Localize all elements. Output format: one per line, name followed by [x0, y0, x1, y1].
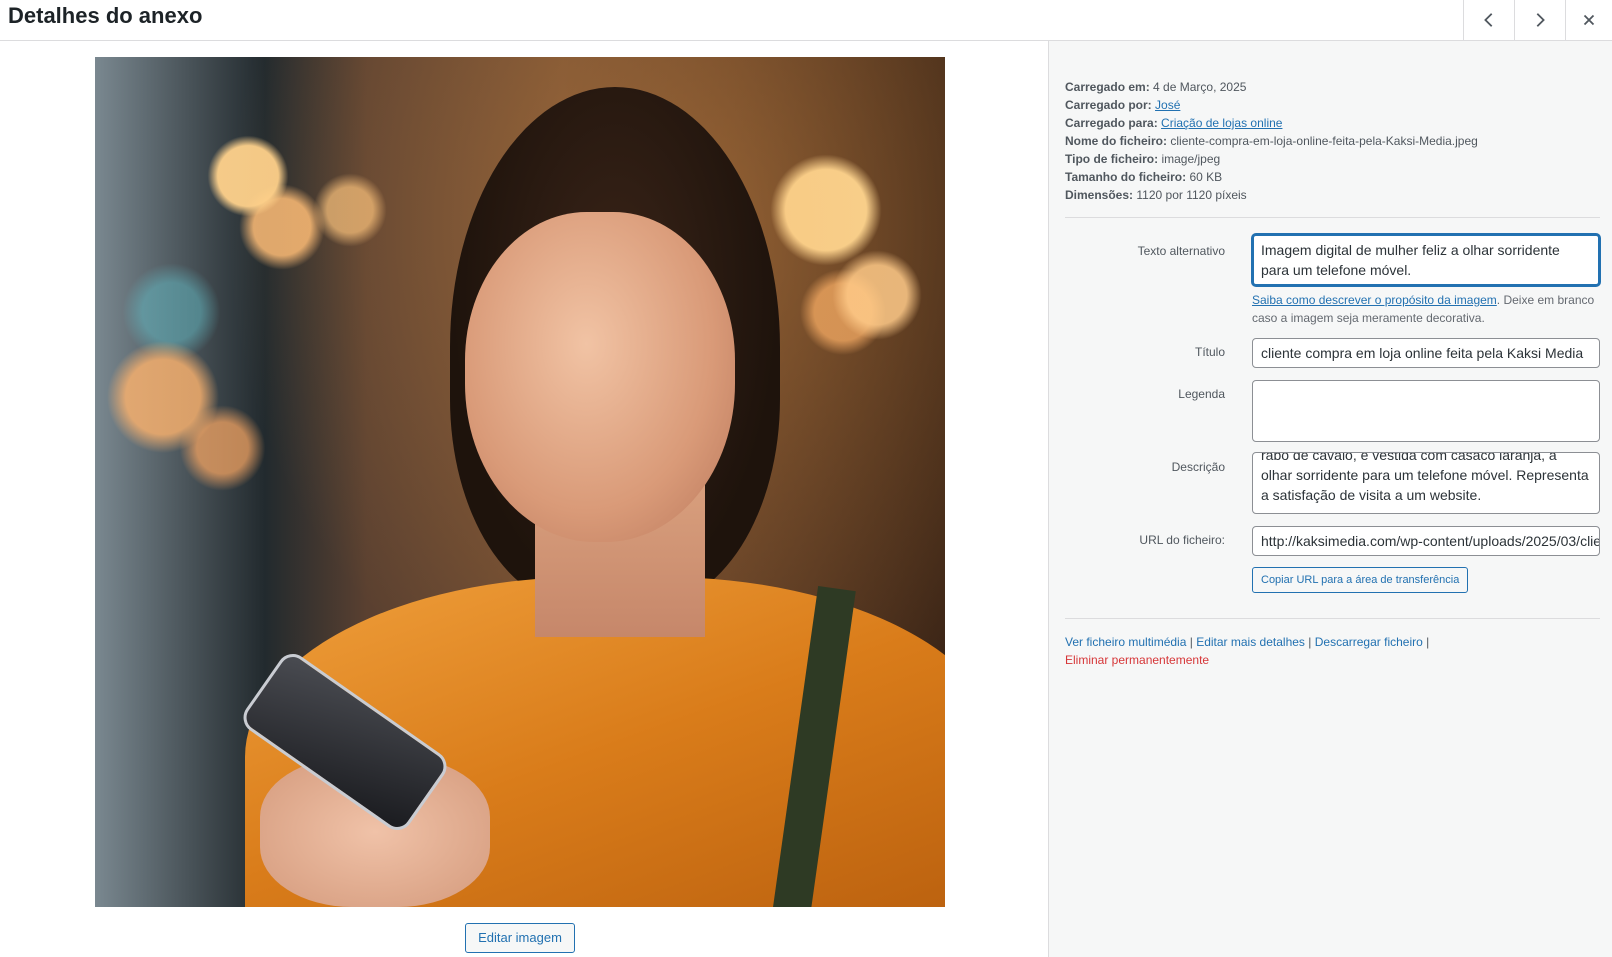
- uploaded-to-row: Carregado para: Criação de lojas online: [1065, 114, 1478, 132]
- uploaded-by-link[interactable]: José: [1155, 98, 1180, 112]
- alt-text-label: Texto alternativo: [1137, 244, 1225, 258]
- description-label: Descrição: [1171, 460, 1225, 474]
- copy-url-button[interactable]: Copiar URL para a área de transferência: [1252, 567, 1469, 593]
- uploaded-to-label: Carregado para:: [1065, 116, 1158, 130]
- title-input[interactable]: cliente compra em loja online feita pela…: [1252, 338, 1600, 368]
- action-separator: |: [1426, 635, 1430, 649]
- description-input[interactable]: rabo de cavalo, e vestida com casaco lar…: [1252, 452, 1600, 514]
- caption-label: Legenda: [1178, 387, 1225, 401]
- media-preview: Editar imagem: [0, 41, 1048, 957]
- uploaded-by-label: Carregado por:: [1065, 98, 1152, 112]
- alt-text-help: Saiba como descrever o propósito da imag…: [1252, 291, 1600, 327]
- file-type-row: Tipo de ficheiro: image/jpeg: [1065, 150, 1478, 168]
- alt-text-help-link[interactable]: Saiba como descrever o propósito da imag…: [1252, 293, 1497, 307]
- divider: [1065, 217, 1600, 218]
- edit-more-details-link[interactable]: Editar mais detalhes: [1196, 635, 1305, 649]
- dimensions-value: 1120 por 1120 píxeis: [1136, 188, 1247, 202]
- file-name-value: cliente-compra-em-loja-online-feita-pela…: [1170, 134, 1478, 148]
- title-label: Título: [1194, 345, 1225, 359]
- file-size-label: Tamanho do ficheiro:: [1065, 170, 1187, 184]
- edit-image-button[interactable]: Editar imagem: [465, 923, 575, 953]
- description-text: rabo de cavalo, e vestida com casaco lar…: [1261, 452, 1589, 503]
- file-name-label: Nome do ficheiro:: [1065, 134, 1168, 148]
- dimensions-row: Dimensões: 1120 por 1120 píxeis: [1065, 186, 1478, 204]
- action-separator: |: [1308, 635, 1312, 649]
- chevron-left-icon: [1483, 13, 1492, 27]
- file-url-input[interactable]: http://kaksimedia.com/wp-content/uploads…: [1252, 526, 1600, 556]
- uploaded-on-row: Carregado em: 4 de Março, 2025: [1065, 78, 1478, 96]
- uploaded-on-label: Carregado em:: [1065, 80, 1150, 94]
- next-button[interactable]: [1514, 0, 1564, 40]
- attachment-details-panel: Carregado em: 4 de Março, 2025 Carregado…: [1048, 41, 1612, 957]
- action-separator: |: [1189, 635, 1193, 649]
- delete-permanently-link[interactable]: Eliminar permanentemente: [1065, 653, 1209, 667]
- file-size-row: Tamanho do ficheiro: 60 KB: [1065, 168, 1478, 186]
- file-size-value: 60 KB: [1189, 170, 1223, 184]
- attachment-actions: Ver ficheiro multimédia | Editar mais de…: [1065, 633, 1495, 669]
- chevron-right-icon: [1536, 13, 1545, 27]
- photo-face: [465, 212, 735, 542]
- dimensions-label: Dimensões:: [1065, 188, 1134, 202]
- uploaded-on-value: 4 de Março, 2025: [1153, 80, 1247, 94]
- attachment-image: [95, 57, 945, 907]
- modal-header: Detalhes do anexo: [0, 0, 1612, 41]
- uploaded-by-row: Carregado por: José: [1065, 96, 1478, 114]
- view-media-link[interactable]: Ver ficheiro multimédia: [1065, 635, 1186, 649]
- file-type-value: image/jpeg: [1161, 152, 1221, 166]
- download-file-link[interactable]: Descarregar ficheiro: [1315, 635, 1423, 649]
- uploaded-to-link[interactable]: Criação de lojas online: [1161, 116, 1282, 130]
- caption-input[interactable]: [1252, 380, 1600, 442]
- close-icon: [1583, 14, 1595, 26]
- divider: [1065, 618, 1600, 619]
- page-title: Detalhes do anexo: [8, 3, 203, 28]
- close-button[interactable]: [1565, 0, 1612, 40]
- file-url-label: URL do ficheiro:: [1139, 533, 1225, 547]
- file-meta: Carregado em: 4 de Março, 2025 Carregado…: [1065, 78, 1478, 204]
- file-name-row: Nome do ficheiro: cliente-compra-em-loja…: [1065, 132, 1478, 150]
- file-type-label: Tipo de ficheiro:: [1065, 152, 1159, 166]
- previous-button[interactable]: [1463, 0, 1513, 40]
- alt-text-input[interactable]: Imagem digital de mulher feliz a olhar s…: [1252, 234, 1600, 286]
